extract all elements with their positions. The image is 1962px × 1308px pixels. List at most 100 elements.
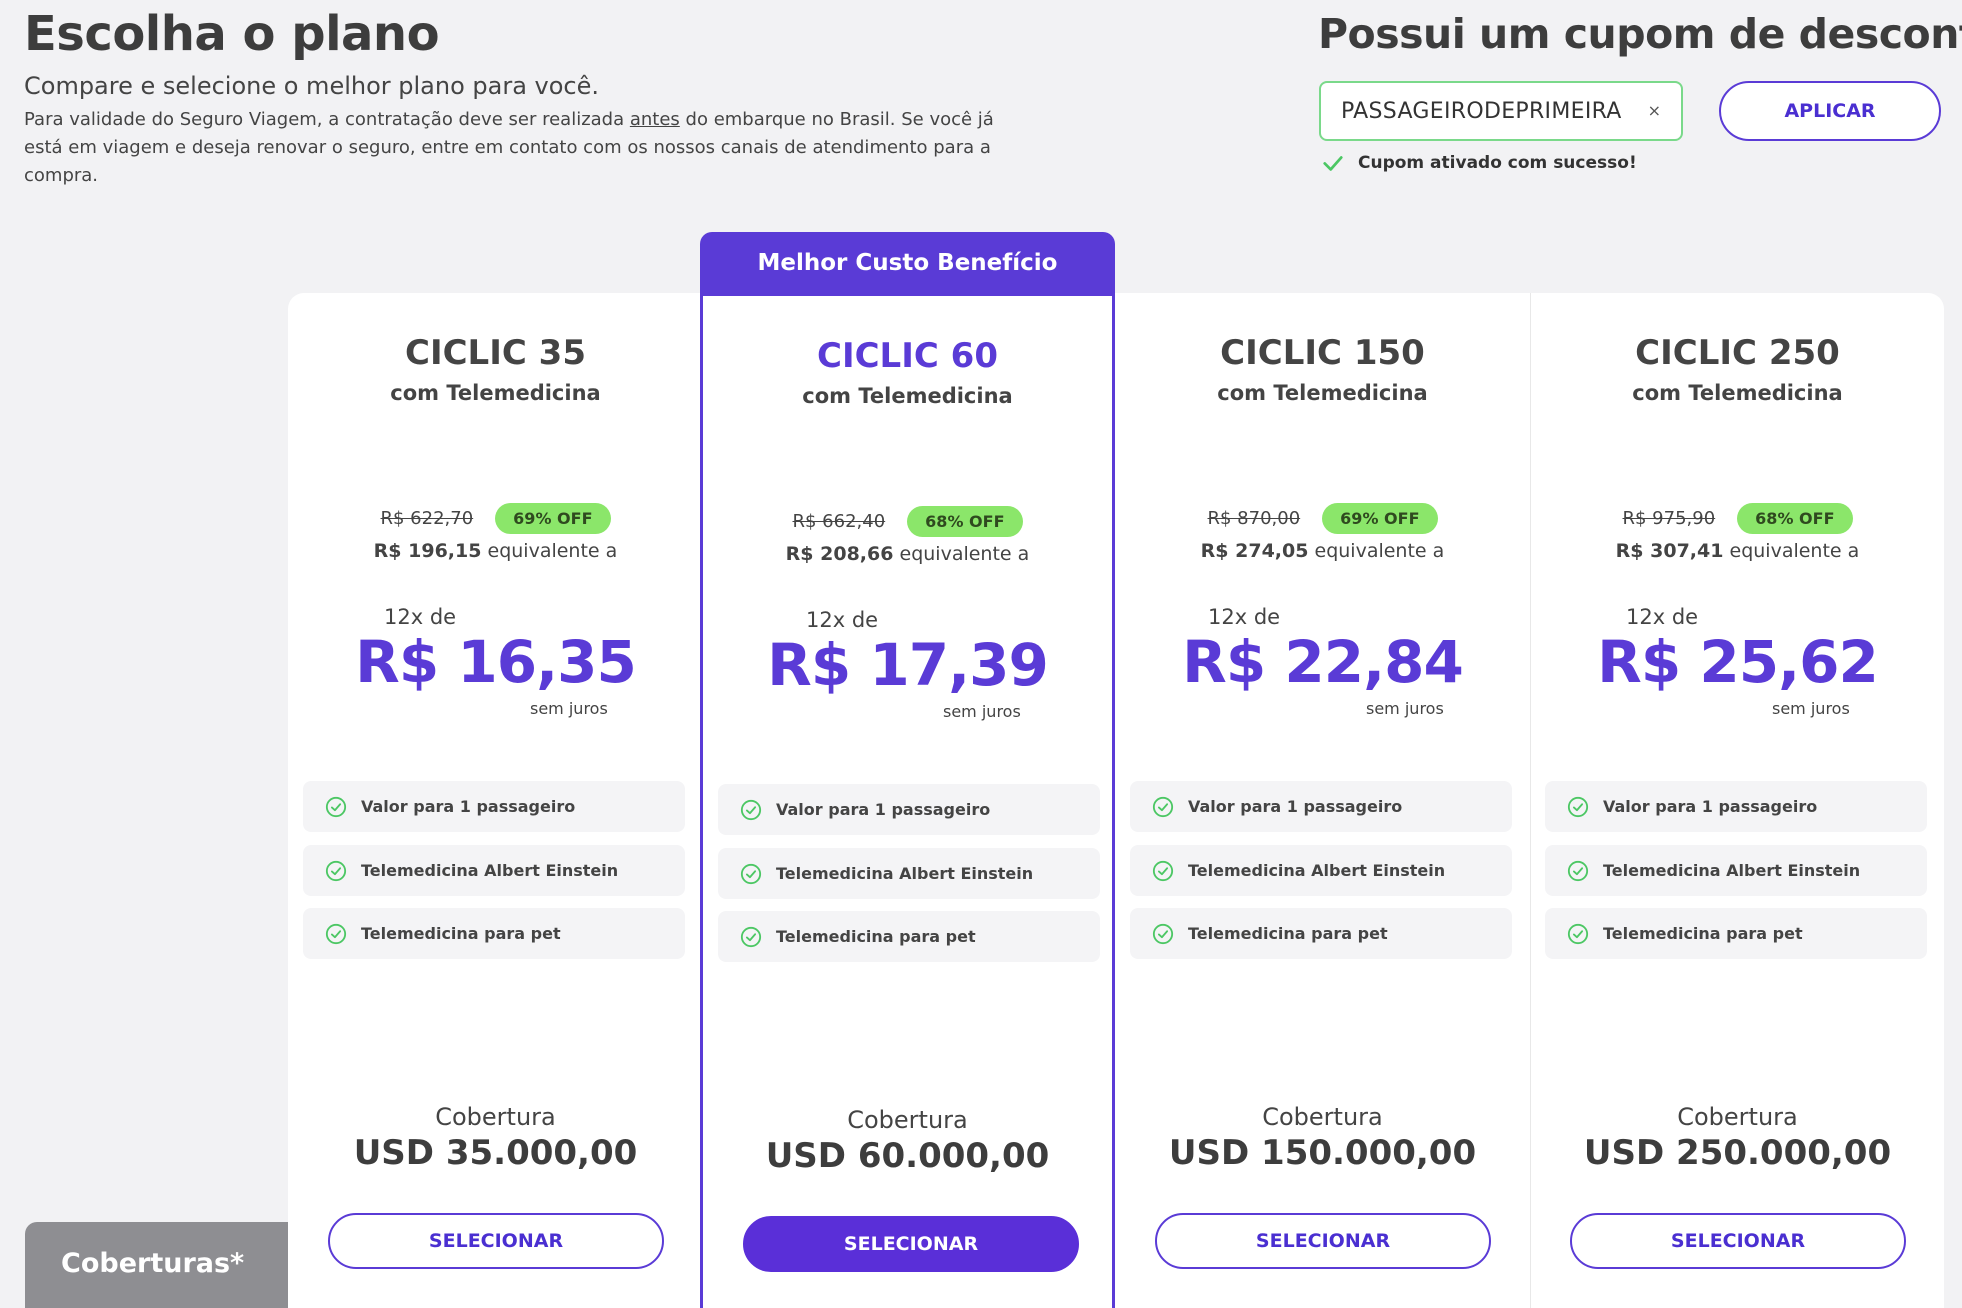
plan-feature: Valor para 1 passageiro [1545, 781, 1927, 832]
plan-card: CICLIC 35 com Telemedicina R$ 622,70 69% OF… [288, 293, 703, 1308]
no-interest-label: sem juros [1366, 699, 1444, 718]
old-price: R$ 662,40 [792, 511, 886, 532]
coverage-value: USD 35.000,00 [353, 1133, 638, 1173]
best-value-tag: Melhor Custo Benefício [700, 232, 1115, 293]
plan-card: CICLIC 150 com Telemedicina R$ 870,00 69% O… [1115, 293, 1530, 1308]
equivalent-price: R$ 274,05 equivalente a [1115, 540, 1530, 562]
plan-feature: Telemedicina Albert Einstein [1130, 845, 1512, 896]
select-plan-button[interactable]: SELECIONAR [1155, 1213, 1491, 1269]
plan-feature: Valor para 1 passageiro [1130, 781, 1512, 832]
plan-subtitle: com Telemedicina [802, 384, 1013, 408]
installments-label: 12x de [1208, 605, 1281, 629]
plan-subtitle: com Telemedicina [1632, 381, 1843, 405]
installments-label: 12x de [1626, 605, 1699, 629]
check-circle-icon [740, 926, 762, 947]
plan-feature: Telemedicina para pet [718, 911, 1100, 962]
validity-note: Para validade do Seguro Viagem, a contra… [24, 106, 1024, 190]
discount-row: R$ 622,70 69% OFF [288, 503, 703, 534]
discount-badge: 69% OFF [495, 503, 611, 534]
discount-badge: 69% OFF [1322, 503, 1438, 534]
feature-label: Telemedicina para pet [776, 927, 976, 946]
old-price: R$ 622,70 [380, 508, 474, 529]
equivalent-text: equivalente a [893, 543, 1030, 565]
plan-feature: Telemedicina para pet [1545, 908, 1927, 959]
plan-feature: Telemedicina Albert Einstein [718, 848, 1100, 899]
installment-price: R$ 17,39 [767, 631, 1049, 699]
note-underline: antes [629, 109, 680, 130]
plan-name: CICLIC 150 [1220, 333, 1425, 373]
total-price: R$ 196,15 [373, 540, 482, 562]
check-icon [1323, 156, 1343, 171]
discount-badge: 68% OFF [1737, 503, 1853, 534]
plan-subtitle: com Telemedicina [390, 381, 601, 405]
apply-coupon-button[interactable]: APLICAR [1719, 81, 1941, 141]
coupon-title: Possui um cupom de desconto? [1318, 10, 1962, 58]
no-interest-label: sem juros [1772, 699, 1850, 718]
equivalent-text: equivalente a [481, 540, 618, 562]
equivalent-text: equivalente a [1308, 540, 1445, 562]
check-circle-icon [740, 799, 762, 820]
select-plan-button[interactable]: SELECIONAR [328, 1213, 664, 1269]
plan-card: CICLIC 250 com Telemedicina R$ 975,90 68% O… [1530, 293, 1945, 1308]
coverage-value: USD 250.000,00 [1583, 1133, 1892, 1173]
equivalent-price: R$ 208,66 equivalente a [703, 543, 1112, 565]
total-price: R$ 274,05 [1200, 540, 1309, 562]
check-circle-icon [325, 923, 347, 944]
discount-row: R$ 975,90 68% OFF [1530, 503, 1945, 534]
plan-feature: Valor para 1 passageiro [718, 784, 1100, 835]
note-text-before: Para validade do Seguro Viagem, a contra… [24, 109, 630, 130]
coverage-value: USD 60.000,00 [765, 1136, 1050, 1176]
feature-label: Valor para 1 passageiro [776, 800, 991, 819]
feature-label: Telemedicina para pet [1603, 924, 1803, 943]
check-circle-icon [325, 796, 347, 817]
installments-label: 12x de [384, 605, 457, 629]
installment-price: R$ 16,35 [355, 628, 637, 696]
coberturas-tab[interactable]: Coberturas* [25, 1222, 288, 1308]
old-price: R$ 975,90 [1622, 508, 1716, 529]
coupon-success-text: Cupom ativado com sucesso! [1358, 153, 1637, 173]
installments-label: 12x de [806, 608, 879, 632]
plan-feature: Telemedicina para pet [1130, 908, 1512, 959]
coverage-value: USD 150.000,00 [1168, 1133, 1477, 1173]
coverage-label: Cobertura [1677, 1103, 1798, 1131]
feature-label: Telemedicina Albert Einstein [1188, 861, 1446, 880]
discount-row: R$ 870,00 69% OFF [1115, 503, 1530, 534]
check-circle-icon [1152, 860, 1174, 881]
select-plan-button[interactable]: SELECIONAR [743, 1216, 1079, 1272]
discount-row: R$ 662,40 68% OFF [703, 506, 1112, 537]
coupon-input[interactable] [1341, 95, 1631, 127]
equivalent-price: R$ 307,41 equivalente a [1530, 540, 1945, 562]
no-interest-label: sem juros [943, 702, 1021, 721]
coverage-label: Cobertura [847, 1106, 968, 1134]
page-subtitle: Compare e selecione o melhor plano para … [24, 72, 600, 100]
coupon-field: × [1319, 81, 1683, 141]
check-circle-icon [1152, 923, 1174, 944]
feature-label: Telemedicina Albert Einstein [776, 864, 1034, 883]
old-price: R$ 870,00 [1207, 508, 1301, 529]
plan-name: CICLIC 60 [817, 336, 998, 376]
check-circle-icon [1567, 860, 1589, 881]
feature-label: Telemedicina Albert Einstein [1603, 861, 1861, 880]
feature-label: Telemedicina para pet [361, 924, 561, 943]
feature-label: Valor para 1 passageiro [1188, 797, 1403, 816]
discount-badge: 68% OFF [907, 506, 1023, 537]
plan-name: CICLIC 250 [1635, 333, 1840, 373]
coupon-success-message: Cupom ativado com sucesso! [1322, 152, 1637, 174]
check-circle-icon [1152, 796, 1174, 817]
installment-price: R$ 22,84 [1182, 628, 1464, 696]
page-title: Escolha o plano [24, 6, 440, 62]
check-circle-icon [1567, 923, 1589, 944]
equivalent-text: equivalente a [1723, 540, 1860, 562]
plan-feature: Telemedicina Albert Einstein [1545, 845, 1927, 896]
feature-label: Valor para 1 passageiro [361, 797, 576, 816]
plan-subtitle: com Telemedicina [1217, 381, 1428, 405]
total-price: R$ 208,66 [785, 543, 894, 565]
equivalent-price: R$ 196,15 equivalente a [288, 540, 703, 562]
plan-feature: Telemedicina Albert Einstein [303, 845, 685, 896]
no-interest-label: sem juros [530, 699, 608, 718]
select-plan-button[interactable]: SELECIONAR [1570, 1213, 1906, 1269]
total-price: R$ 307,41 [1615, 540, 1724, 562]
installment-price: R$ 25,62 [1597, 628, 1879, 696]
check-circle-icon [325, 860, 347, 881]
clear-coupon-icon[interactable]: × [1648, 101, 1661, 120]
